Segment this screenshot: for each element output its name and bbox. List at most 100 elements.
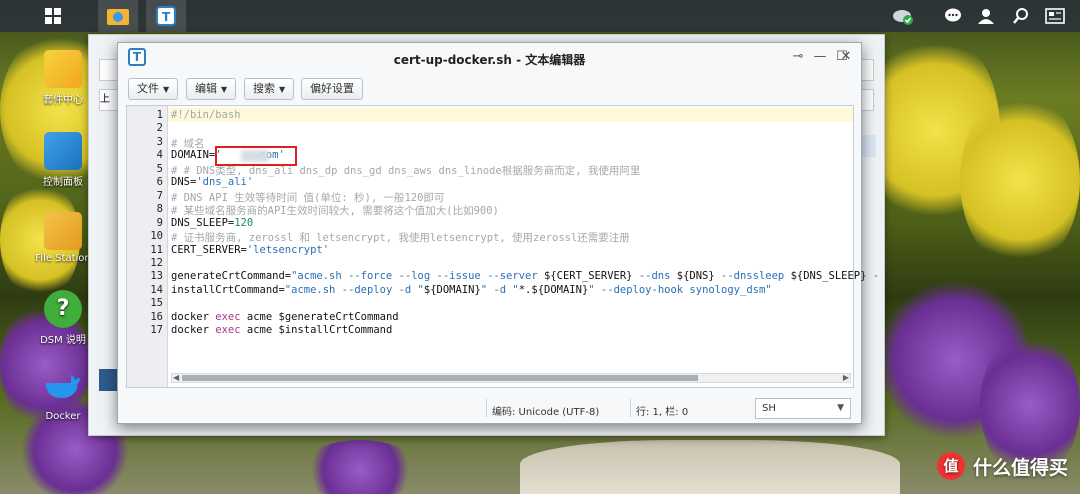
- chat-icon[interactable]: [940, 3, 966, 29]
- code-token: acme: [240, 310, 279, 323]
- line-number: 3: [156, 135, 163, 148]
- code-editor[interactable]: 1 2 3 4 5 6 7 8 9 10 11 12 13 14 15 16 17 #!/bin/bash # 域…: [126, 105, 879, 388]
- code-token: $installCrtCommand: [278, 324, 393, 337]
- line-number: 7: [156, 189, 163, 202]
- code-line: docker exec acme $generateCrtCommand: [171, 311, 399, 323]
- package-center-icon: [44, 50, 82, 88]
- line-number: 11: [150, 243, 163, 256]
- line-number: 12: [150, 256, 163, 269]
- code-token: exec: [215, 324, 241, 337]
- window-title: cert-up-docker.sh - 文本编辑器: [393, 53, 586, 67]
- preferences-label: 偏好设置: [310, 82, 354, 95]
- back-button[interactable]: [99, 59, 119, 81]
- caret-down-icon: ▼: [163, 85, 170, 94]
- watermark-logo: 值: [936, 452, 965, 480]
- edit-menu-button[interactable]: 编辑 ▼: [186, 78, 237, 100]
- code-token: acme: [240, 324, 279, 337]
- code-token: "acme.sh --deploy -d ": [284, 283, 424, 296]
- code-token: # DNS API 生效等待时间 值(单位: 秒), 一般120即可: [171, 191, 445, 204]
- user-icon[interactable]: [973, 3, 999, 29]
- watermark: 值 什么值得买: [936, 452, 1068, 480]
- scroll-left-icon[interactable]: ◀: [173, 373, 179, 382]
- line-number: 10: [150, 230, 163, 243]
- code-line: DNS_SLEEP=120: [171, 217, 253, 229]
- code-line: CERT_SERVER='letsencrypt': [171, 244, 329, 256]
- edit-menu-label: 编辑: [195, 82, 217, 95]
- horizontal-scrollbar[interactable]: ◀ ▶: [171, 373, 851, 383]
- control-panel-icon: [44, 132, 82, 170]
- code-token: DOMAIN=: [171, 149, 216, 162]
- language-select[interactable]: SH ▼: [755, 398, 851, 419]
- code-token: " --deploy-hook synology_dsm": [588, 283, 772, 296]
- code-token: 'dns_ali': [196, 176, 254, 189]
- widgets-icon[interactable]: [1042, 3, 1068, 29]
- watermark-text: 什么值得买: [972, 456, 1068, 479]
- code-token: CERT_SERVER=: [171, 243, 247, 256]
- text-editor-window: T cert-up-docker.sh - 文本编辑器 ⊸ — ☐ ✕ 文件 ▼ …: [117, 42, 879, 424]
- upload-label: 上: [100, 94, 110, 105]
- line-number: 9: [156, 216, 163, 229]
- scroll-right-icon[interactable]: ▶: [843, 373, 849, 382]
- line-number: 4: [156, 149, 163, 162]
- file-station-taskbar-icon[interactable]: [98, 0, 138, 32]
- docker-icon: [44, 370, 82, 408]
- close-icon[interactable]: ✕: [836, 48, 856, 66]
- status-bar: 编码: Unicode (UTF-8) 行: 1, 栏: 0 SH ▼: [118, 389, 861, 423]
- upload-button[interactable]: 上: [99, 89, 119, 111]
- code-line: DNS='dns_ali': [171, 176, 253, 188]
- caret-down-icon: ▼: [279, 85, 286, 94]
- file-menu-button[interactable]: 文件 ▼: [128, 78, 179, 100]
- title-bar[interactable]: T cert-up-docker.sh - 文本编辑器 ⊸ — ☐ ✕: [118, 43, 861, 73]
- line-number: 6: [156, 176, 163, 189]
- status-separator: [486, 399, 487, 417]
- language-select-value: SH: [762, 403, 776, 414]
- cloud-sync-icon[interactable]: [890, 3, 916, 29]
- code-token: $generateCrtCommand: [278, 310, 399, 323]
- line-number: 16: [150, 310, 163, 323]
- code-token: -: [866, 270, 880, 283]
- scrollbar-thumb[interactable]: [182, 375, 698, 381]
- minimize-icon[interactable]: —: [810, 48, 830, 66]
- code-token: ${CERT_SERVER}: [543, 270, 633, 283]
- line-number: 17: [150, 324, 163, 337]
- code-token: # # DNS类型, dns_ali dns_dp dns_gd dns_aws…: [171, 164, 641, 177]
- search-icon[interactable]: [1008, 3, 1034, 29]
- code-token: # 某些域名服务商的API生效时间较大, 需要将这个值加大(比如900): [171, 205, 499, 218]
- help-icon: ?: [44, 290, 82, 328]
- code-token: exec: [215, 310, 241, 323]
- code-token: installCrtCommand=: [171, 283, 285, 296]
- status-separator: [630, 399, 631, 417]
- side-panel-marker: [99, 369, 117, 391]
- code-token: *.: [518, 283, 532, 296]
- code-token: --dns: [632, 270, 677, 283]
- code-line: docker exec acme $installCrtCommand: [171, 324, 392, 336]
- caret-down-icon: ▼: [221, 85, 228, 94]
- code-token: generateCrtCommand=: [171, 270, 292, 283]
- main-menu-icon[interactable]: [40, 3, 66, 29]
- code-token: DNS_SLEEP=: [171, 216, 235, 229]
- file-menu-label: 文件: [137, 82, 159, 95]
- code-line: generateCrtCommand="acme.sh --force --lo…: [171, 270, 879, 282]
- code-token: #!/bin/bash: [171, 109, 241, 121]
- current-line-highlight: [168, 108, 853, 122]
- line-number: 13: [150, 270, 163, 283]
- code-token: docker: [171, 324, 216, 337]
- code-token: ${DOMAIN}: [423, 283, 481, 296]
- domain-highlight-box: [215, 146, 297, 166]
- line-number: 14: [150, 283, 163, 296]
- code-token: # 域名: [171, 137, 205, 150]
- line-number: 2: [156, 122, 163, 135]
- code-token: "acme.sh --force --log --issue --server: [291, 270, 544, 283]
- line-number: 5: [156, 162, 163, 175]
- code-token: 'letsencrypt': [246, 243, 330, 256]
- search-menu-label: 搜索: [253, 82, 275, 95]
- line-number: 1: [156, 109, 163, 121]
- chevron-down-icon: ▼: [837, 403, 844, 413]
- code-token: docker: [171, 310, 216, 323]
- search-menu-button[interactable]: 搜索 ▼: [244, 78, 295, 100]
- preferences-button[interactable]: 偏好设置: [301, 78, 363, 100]
- line-number: 8: [156, 203, 163, 216]
- text-editor-taskbar-icon[interactable]: T: [146, 0, 186, 32]
- pin-icon[interactable]: ⊸: [788, 48, 808, 66]
- line-number-gutter: 1 2 3 4 5 6 7 8 9 10 11 12 13 14 15 16 17: [127, 106, 168, 387]
